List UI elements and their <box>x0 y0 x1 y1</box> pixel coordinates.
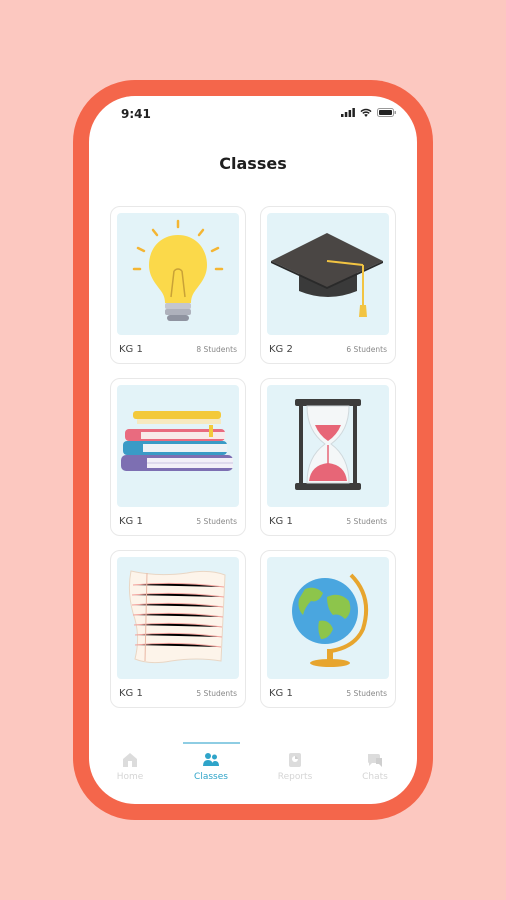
tab-reports[interactable]: Reports <box>260 751 330 782</box>
student-count: 5 Students <box>196 517 237 526</box>
class-name: KG 1 <box>119 688 143 699</box>
globe-icon <box>292 573 368 667</box>
battery-icon <box>377 108 396 117</box>
students-icon <box>203 753 219 766</box>
chat-icon <box>368 754 382 767</box>
student-count: 8 Students <box>196 345 237 354</box>
class-name: KG 1 <box>269 516 293 527</box>
tab-classes[interactable]: Classes <box>176 751 246 782</box>
tab-home[interactable]: Home <box>95 751 165 782</box>
page-title: Classes <box>219 154 287 173</box>
class-card[interactable]: KG 1 5 Students <box>110 550 246 708</box>
class-card[interactable]: KG 2 6 Students <box>260 206 396 364</box>
class-card[interactable]: KG 1 5 Students <box>260 378 396 536</box>
books-icon <box>121 411 233 471</box>
class-name: KG 1 <box>269 688 293 699</box>
home-icon <box>123 753 137 767</box>
wifi-icon <box>360 108 372 117</box>
class-card[interactable]: KG 1 5 Students <box>110 378 246 536</box>
class-name: KG 2 <box>269 344 293 355</box>
class-card-image <box>267 557 389 679</box>
class-card-image <box>117 213 239 335</box>
tab-label: Home <box>116 772 144 782</box>
student-count: 6 Students <box>346 345 387 354</box>
class-card[interactable]: KG 1 8 Students <box>110 206 246 364</box>
light-bulb-icon <box>132 219 224 321</box>
bottom-tab-bar: Home Classes Reports Chats <box>89 736 417 804</box>
class-card-image <box>117 557 239 679</box>
graduation-cap-icon <box>271 233 383 317</box>
paper-sheet-icon <box>128 570 226 664</box>
class-card-image <box>267 213 389 335</box>
student-count: 5 Students <box>346 689 387 698</box>
tab-chats[interactable]: Chats <box>340 751 410 782</box>
tab-label: Classes <box>194 772 228 782</box>
status-bar: 9:41 <box>89 96 417 132</box>
class-name: KG 1 <box>119 344 143 355</box>
phone-screen: 9:41 Classes KG 1 8 Students KG 2 6 Stud… <box>89 96 417 804</box>
tab-label: Chats <box>362 772 388 782</box>
student-count: 5 Students <box>346 517 387 526</box>
hourglass-icon <box>295 399 361 490</box>
status-icons <box>341 108 397 117</box>
class-card-image <box>267 385 389 507</box>
status-time: 9:41 <box>121 107 151 121</box>
tab-label: Reports <box>277 772 313 782</box>
class-card[interactable]: KG 1 5 Students <box>260 550 396 708</box>
reports-icon <box>289 753 301 767</box>
signal-icon <box>341 108 355 117</box>
active-tab-indicator <box>183 742 240 744</box>
class-name: KG 1 <box>119 516 143 527</box>
student-count: 5 Students <box>196 689 237 698</box>
class-card-image <box>117 385 239 507</box>
